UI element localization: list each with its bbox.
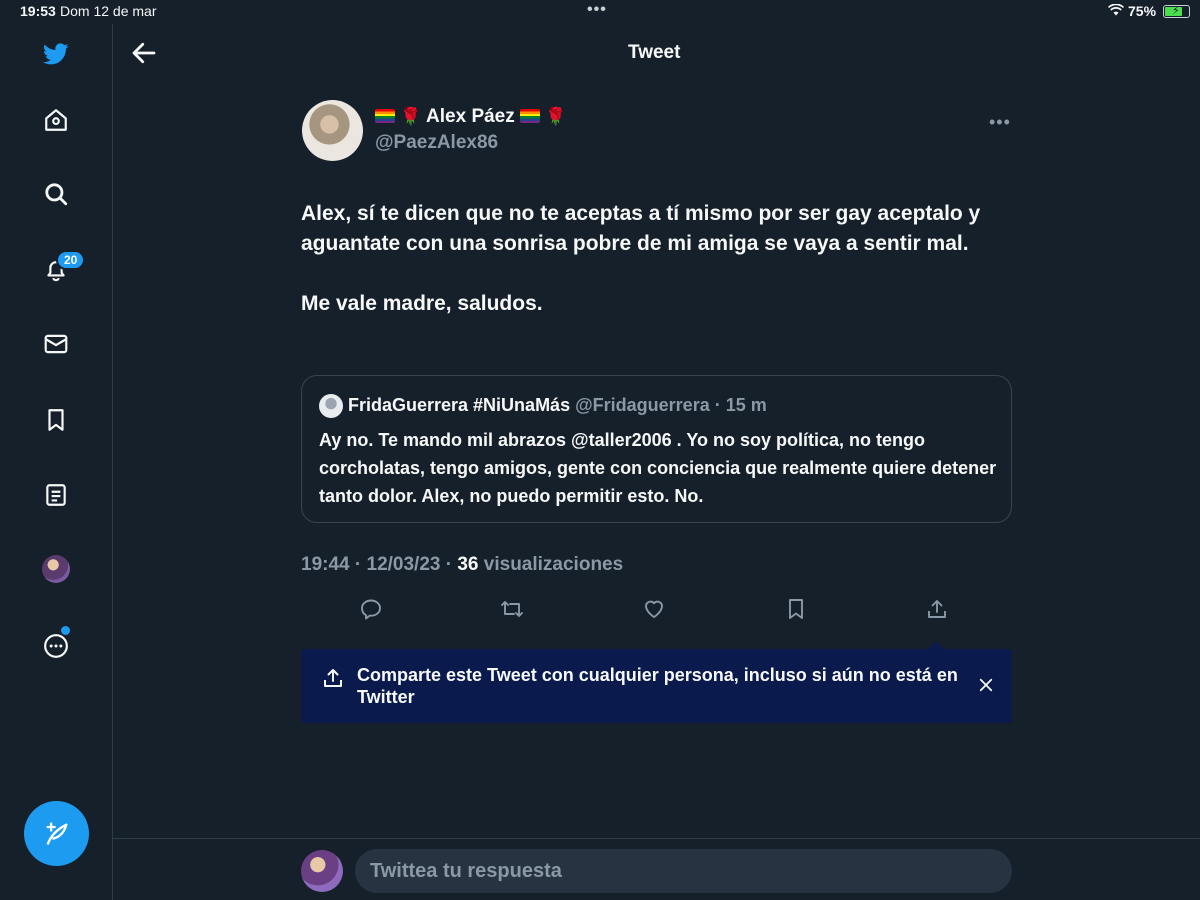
views-label: visualizaciones [483,554,624,575]
author-handle[interactable]: @PaezAlex86 [375,132,498,154]
quoted-author-name: FridaGuerrera #NiUnaMás [348,395,571,415]
rainbow-flag-icon [520,109,541,123]
bookmarks-icon[interactable] [38,402,74,438]
retweet-icon[interactable] [500,597,528,625]
close-icon[interactable] [977,676,995,694]
home-icon[interactable] [38,102,74,138]
sidebar: 20 [0,24,113,900]
like-heart-icon[interactable] [642,597,670,625]
page-title: Tweet [628,42,681,63]
twitter-logo-icon[interactable] [38,36,74,72]
quoted-author-handle: @Fridaguerrera [575,395,710,415]
status-date: Dom 12 de mar [60,3,157,19]
rainbow-flag-icon [375,109,395,123]
reply-input[interactable]: Twittea tu respuesta [355,849,1012,893]
reply-icon[interactable] [359,597,387,625]
lists-icon[interactable] [38,477,74,513]
rose-icon: 🌹 [545,107,567,126]
author-name-text: Alex Páez [426,106,515,127]
back-arrow-icon[interactable] [129,38,159,68]
quoted-author-avatar [319,394,343,418]
views-count: 36 [457,554,479,575]
quoted-tweet[interactable]: FridaGuerrera #NiUnaMás @Fridaguerrera ·… [301,375,1012,523]
tweet-detail: Tweet 🌹 Alex Páez 🌹 @PaezAlex86 ••• Alex… [113,24,1200,900]
bookmark-icon[interactable] [784,597,812,625]
author-avatar[interactable] [302,100,363,161]
quoted-tweet-age: 15 m [725,395,767,415]
rose-icon: 🌹 [400,107,422,126]
author-display-name[interactable]: 🌹 Alex Páez 🌹 [375,106,567,128]
tweet-time: 19:44 [301,554,350,575]
status-bar: 19:53 Dom 12 de mar ••• 75% ⚡ [0,0,1200,24]
reply-bar: Twittea tu respuesta [113,838,1200,900]
multitasking-dots-icon[interactable]: ••• [587,1,607,19]
messages-mail-icon[interactable] [38,326,74,362]
share-icon [324,669,342,687]
compose-tweet-button[interactable] [24,801,89,866]
explore-search-icon[interactable] [38,176,74,212]
tweet-meta: 19:44 · 12/03/23 · 36 visualizaciones [301,554,624,575]
battery-icon: ⚡ [1163,5,1190,18]
tweet-actions [301,597,1012,627]
profile-avatar[interactable] [42,555,70,583]
tweet-date: 12/03/23 [366,554,441,575]
notification-count-badge: 20 [56,250,86,270]
reply-user-avatar[interactable] [301,850,343,892]
compose-feather-icon [46,821,68,845]
share-icon[interactable] [925,597,953,625]
more-unread-dot [61,626,70,635]
quoted-author-line: FridaGuerrera #NiUnaMás @Fridaguerrera ·… [348,395,767,415]
tweet-more-icon[interactable]: ••• [989,112,1011,133]
share-tip-banner: Comparte este Tweet con cualquier person… [301,641,1012,723]
share-tip-text: Comparte este Tweet con cualquier person… [357,665,958,707]
wifi-icon [1108,4,1124,16]
battery-percent: 75% [1128,3,1157,19]
status-time: 19:53 [20,3,56,19]
tweet-text: Alex, sí te dicen que no te aceptas a tí… [301,202,981,315]
quoted-tweet-text: Ay no. Te mando mil abrazos @taller2006 … [319,430,997,506]
